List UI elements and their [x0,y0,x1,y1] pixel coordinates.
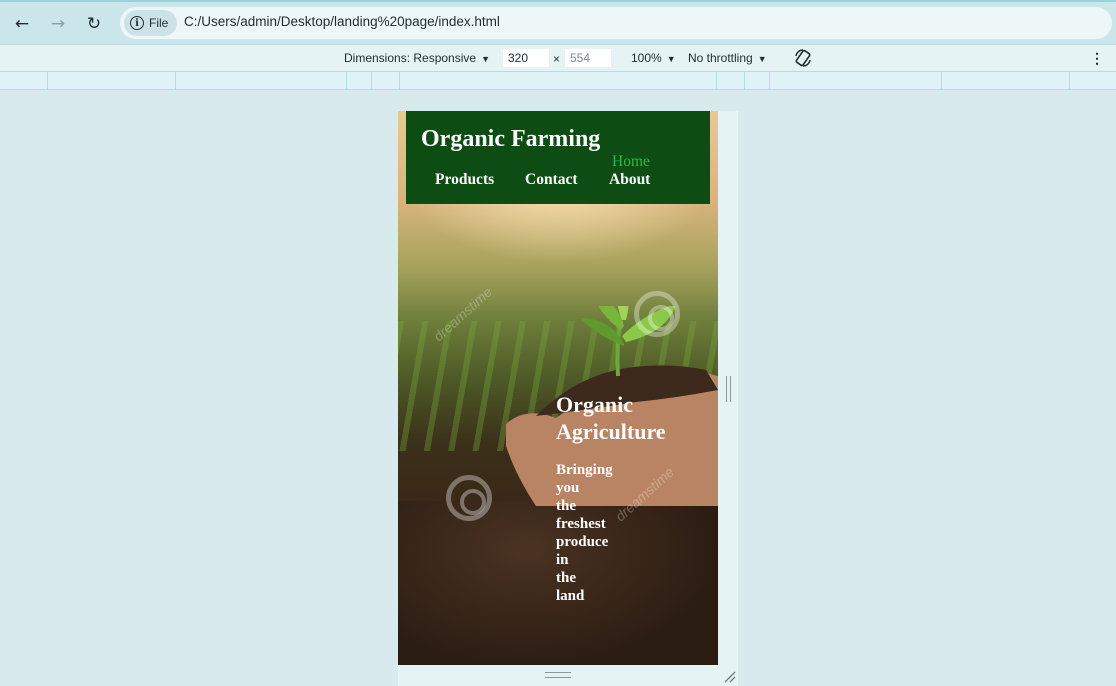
watermark-logo-icon [446,475,492,521]
info-icon: i [130,16,144,30]
zoom-dropdown[interactable]: 100% ▼ [631,51,676,65]
site-title: Organic Farming [421,126,601,152]
rotate-icon[interactable] [794,48,812,68]
media-query-marker[interactable] [769,72,770,89]
arrow-right-icon: → [50,14,66,34]
caret-down-icon: ▼ [481,54,490,64]
media-query-marker[interactable] [1069,72,1070,89]
caret-down-icon: ▼ [757,54,767,64]
media-query-marker[interactable] [47,72,48,89]
corner-resize-handle[interactable] [722,669,736,683]
hero-title-line: Organic [556,392,633,417]
reload-button[interactable]: ↻ [80,10,108,38]
back-button[interactable]: ← [8,10,36,38]
nav-link-contact[interactable]: Contact [525,171,578,189]
more-vertical-icon[interactable]: ⋮ [1090,50,1104,67]
reload-icon: ↻ [86,14,102,34]
media-query-marker[interactable] [371,72,372,89]
site-chip-label: File [149,16,169,30]
hero-subtitle-word: you [556,480,580,496]
media-query-marker[interactable] [716,72,717,89]
media-query-marker[interactable] [744,72,745,89]
bottom-resize-handle[interactable] [545,672,571,678]
media-query-marker[interactable] [175,72,176,89]
caret-down-icon: ▼ [666,54,676,64]
site-header: Organic Farming Home Products Contact Ab… [406,111,710,204]
nav-link-home[interactable]: Home [612,153,650,171]
dimensions-label: Dimensions: Responsive [344,51,477,65]
nav-link-about[interactable]: About [609,171,650,189]
hero-subtitle-word: produce [556,534,609,550]
watermark-logo-icon [634,291,680,337]
zoom-label: 100% [631,51,662,65]
dimensions-dropdown[interactable]: Dimensions: Responsive ▼ [344,51,490,65]
throttling-label: No throttling [688,51,753,65]
hero-subtitle-word: land [556,588,585,604]
nav-link-products[interactable]: Products [435,171,494,189]
media-queries-bar[interactable] [0,71,1116,90]
width-input[interactable]: 320 [503,49,549,67]
height-input[interactable]: 554 [565,49,611,67]
times-sign: × [553,52,561,66]
hero-subtitle-word: the [556,498,576,514]
site-info-chip[interactable]: i File [124,10,178,36]
right-resize-handle[interactable] [726,376,731,402]
hero-title: Organic Agriculture [556,391,666,445]
url-text[interactable]: C:/Users/admin/Desktop/landing%20page/in… [184,14,500,29]
device-viewport: dreamstime dreamstime Organic Farming Ho… [398,111,718,665]
arrow-left-icon: ← [14,14,30,34]
address-bar[interactable]: i File C:/Users/admin/Desktop/landing%20… [120,7,1112,39]
hero-subtitle-word: freshest [556,516,606,532]
hero-subtitle-word: in [556,552,569,568]
hero-subtitle: Bringing you the freshest produce in the… [556,461,626,605]
throttling-dropdown[interactable]: No throttling ▼ [688,51,767,65]
forward-button[interactable]: → [44,10,72,38]
hero-subtitle-word: the [556,570,576,586]
media-query-marker[interactable] [941,72,942,89]
browser-toolbar: ← → ↻ i File C:/Users/admin/Desktop/land… [0,0,1116,44]
media-query-marker[interactable] [346,72,347,89]
hero-subtitle-word: Bringing [556,462,613,478]
media-query-marker[interactable] [399,72,400,89]
device-toolbar: Dimensions: Responsive ▼ 320 × 554 100% ▼ … [0,44,1116,71]
hero-title-line: Agriculture [556,419,666,444]
